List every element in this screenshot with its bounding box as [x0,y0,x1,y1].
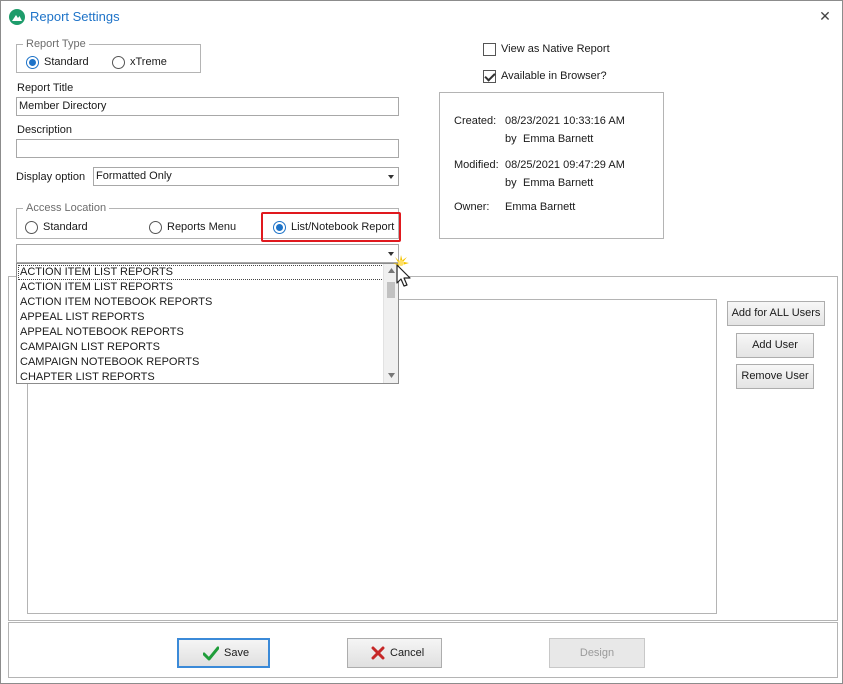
scroll-down-icon[interactable] [388,373,395,378]
available-browser-label: Available in Browser? [501,70,607,82]
access-reports-menu-radio[interactable] [149,221,162,234]
report-type-xtreme-label: xTreme [130,56,167,68]
created-label: Created: [454,115,497,127]
report-title-input[interactable]: Member Directory [16,97,399,116]
display-option-select[interactable]: Formatted Only [93,167,399,186]
dropdown-item[interactable]: APPEAL LIST REPORTS [18,310,384,325]
highlight-annotation [261,212,401,242]
checkmark-icon [203,646,219,661]
owner-label: Owner: [454,201,490,213]
owner-value: Emma Barnett [505,201,576,213]
access-standard-label: Standard [43,221,88,233]
add-all-users-button[interactable]: Add for ALL Users [727,301,825,326]
report-type-legend: Report Type [26,38,86,50]
created-by-value: Emma Barnett [523,133,594,145]
app-logo-icon [9,9,25,25]
view-native-label: View as Native Report [501,43,610,55]
save-button-label: Save [224,647,250,659]
mouse-cursor-icon [393,255,411,287]
dropdown-item[interactable]: APPEAL NOTEBOOK REPORTS [18,325,384,340]
description-label: Description [17,124,73,136]
description-input[interactable] [16,139,399,158]
view-native-checkbox[interactable] [483,43,496,56]
report-settings-window: Report Settings ✕ Report Type Standard x… [0,0,843,684]
save-button[interactable]: Save [177,638,270,668]
report-info-panel: Created: 08/23/2021 10:33:16 AM by Emma … [439,92,664,239]
display-option-label: Display option [16,171,86,183]
window-title: Report Settings [30,9,120,24]
cancel-button[interactable]: Cancel [347,638,442,668]
created-by-prefix: by [505,133,517,145]
modified-label: Modified: [454,159,499,171]
list-notebook-dropdown[interactable]: ACTION ITEM LIST REPORTS ACTION ITEM LIS… [16,263,399,384]
cancel-button-label: Cancel [390,647,425,659]
report-type-xtreme-radio[interactable] [112,56,125,69]
created-value: 08/23/2021 10:33:16 AM [505,115,625,127]
dropdown-item[interactable]: ACTION ITEM LIST REPORTS [18,265,384,280]
chevron-down-icon [388,175,394,179]
report-type-standard-label: Standard [44,56,89,68]
list-notebook-select[interactable] [16,244,399,263]
dropdown-item[interactable]: CAMPAIGN LIST REPORTS [18,340,384,355]
access-location-legend: Access Location [26,202,107,214]
dropdown-item[interactable]: CHAPTER LIST REPORTS [18,370,384,383]
access-standard-radio[interactable] [25,221,38,234]
cancel-x-icon [371,646,385,660]
modified-by-prefix: by [505,177,517,189]
report-title-label: Report Title [17,82,74,94]
title-bar: Report Settings ✕ [1,1,842,33]
access-reports-menu-label: Reports Menu [167,221,237,233]
design-button[interactable]: Design [549,638,645,668]
modified-value: 08/25/2021 09:47:29 AM [505,159,625,171]
available-browser-checkbox[interactable] [483,70,496,83]
close-icon[interactable]: ✕ [816,7,834,25]
dropdown-item[interactable]: ACTION ITEM NOTEBOOK REPORTS [18,295,384,310]
remove-user-button[interactable]: Remove User [736,364,814,389]
add-user-button[interactable]: Add User [736,333,814,358]
dropdown-item[interactable]: CAMPAIGN NOTEBOOK REPORTS [18,355,384,370]
dropdown-item[interactable]: ACTION ITEM LIST REPORTS [18,280,384,295]
report-type-standard-radio[interactable] [26,56,39,69]
modified-by-value: Emma Barnett [523,177,594,189]
display-option-value: Formatted Only [96,170,172,182]
